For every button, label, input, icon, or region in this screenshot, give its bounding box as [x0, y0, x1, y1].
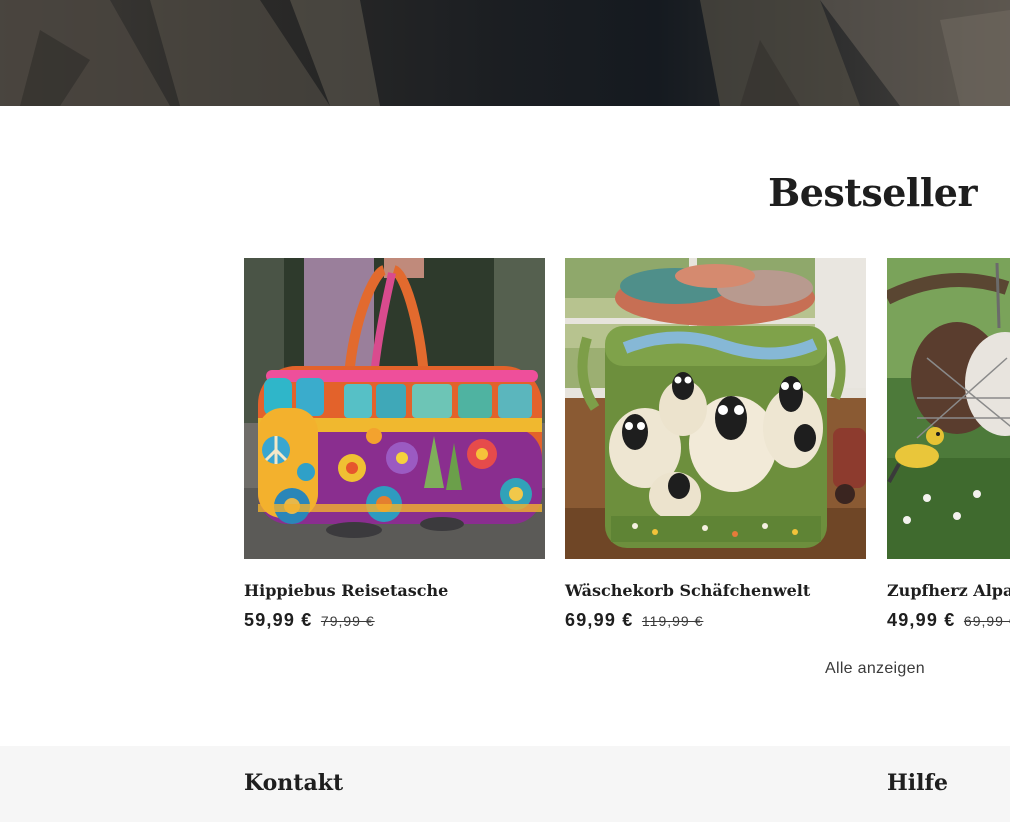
product-carousel[interactable]: Hippiebus Reisetasche 59,99 € 79,99 € Wä…: [244, 258, 1010, 648]
footer-heading-kontakt: Kontakt: [244, 770, 344, 796]
product-name[interactable]: Hippiebus Reisetasche: [244, 581, 545, 600]
price-row: 59,99 € 79,99 €: [244, 610, 545, 631]
original-price: 79,99 €: [320, 613, 375, 629]
sale-price: 49,99 €: [887, 610, 956, 630]
product-name[interactable]: Wäschekorb Schäfchenwelt: [565, 581, 866, 600]
product-image-zupfherz-alpaka[interactable]: [887, 258, 1010, 559]
sale-price: 69,99 €: [565, 610, 634, 630]
product-name[interactable]: Zupfherz Alpaka: [887, 581, 1010, 600]
product-image-hippiebus[interactable]: [244, 258, 545, 559]
price-row: 69,99 € 119,99 €: [565, 610, 866, 631]
original-price: 119,99 €: [641, 613, 704, 629]
product-image-schaefchenwelt[interactable]: [565, 258, 866, 559]
product-card-zupfherz-alpaka[interactable]: Zupfherz Alpaka 49,99 € 69,99 €: [887, 258, 1010, 631]
original-price: 69,99 €: [963, 613, 1010, 629]
bestseller-heading: Bestseller: [768, 170, 977, 215]
price-row: 49,99 € 69,99 €: [887, 610, 1010, 631]
view-all-link[interactable]: Alle anzeigen: [825, 660, 925, 678]
footer-heading-hilfe: Hilfe: [887, 770, 948, 796]
product-card-schaefchenwelt[interactable]: Wäschekorb Schäfchenwelt 69,99 € 119,99 …: [565, 258, 866, 631]
sale-price: 59,99 €: [244, 610, 313, 630]
product-card-hippiebus[interactable]: Hippiebus Reisetasche 59,99 € 79,99 €: [244, 258, 545, 631]
footer: Kontakt Hilfe: [0, 746, 1010, 822]
hero-banner-image: [0, 0, 1010, 106]
